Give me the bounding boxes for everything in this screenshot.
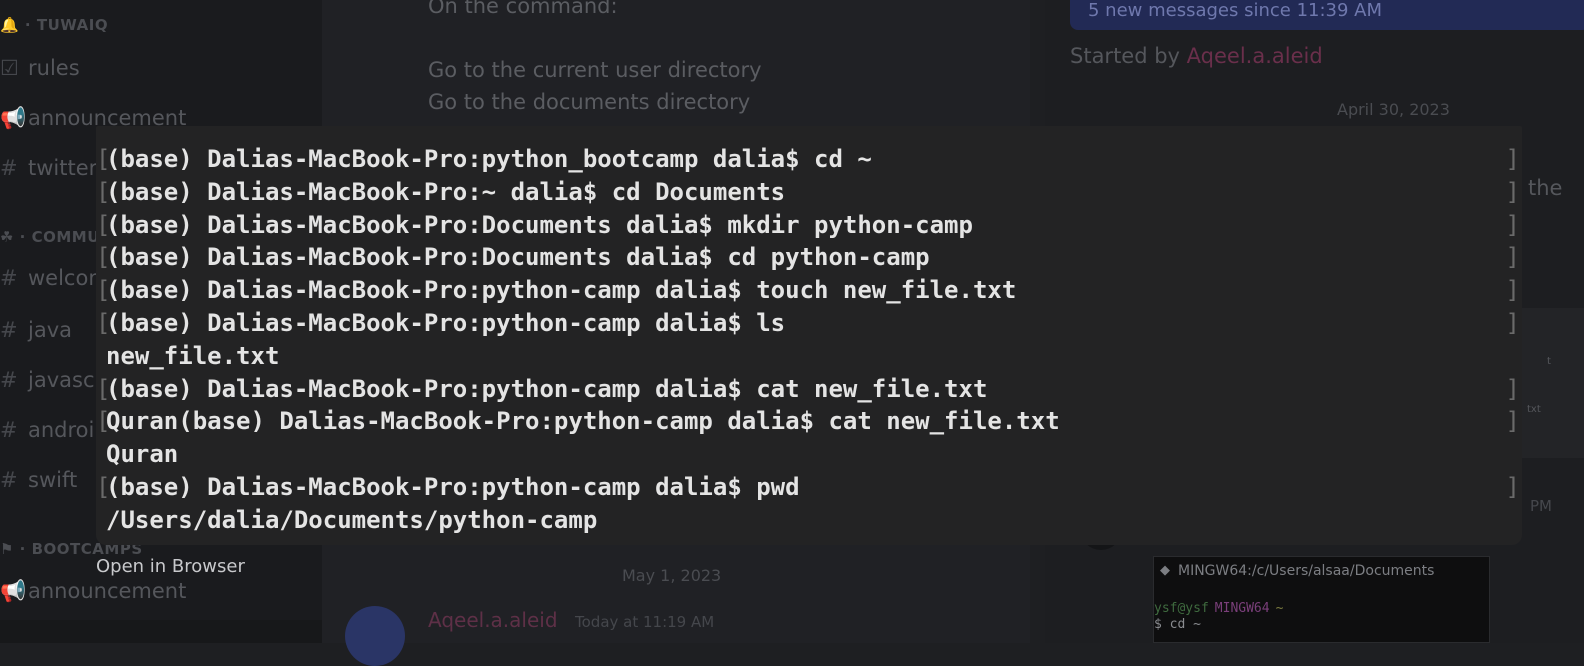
channel-label: announcement [28, 579, 187, 603]
git-command: $ cd ~ [1154, 617, 1201, 632]
started-by-user[interactable]: Aqeel.a.aleid [1187, 44, 1323, 68]
terminal-line: Quran [96, 438, 1522, 471]
user-panel [0, 620, 322, 643]
thread-edge-text: the [1528, 176, 1563, 200]
git-window-title: MINGW64:/c/Users/alsaa/Documents [1178, 563, 1435, 579]
terminal-line-text: (base) Dalias-MacBook-Pro:Documents dali… [106, 243, 930, 272]
terminal-line-text: (base) Dalias-MacBook-Pro:python_bootcam… [106, 145, 872, 173]
avatar[interactable] [345, 606, 405, 666]
channel-label: swift [28, 468, 78, 492]
hash-icon: # [0, 156, 18, 180]
thread-message-time: PM [1530, 497, 1552, 515]
channel-label: androi [28, 418, 95, 442]
terminal-line: [] (base) Dalias-MacBook-Pro:python-camp … [96, 373, 1522, 406]
terminal-line-right-bracket: ] [1505, 309, 1520, 337]
hash-icon: # [0, 368, 18, 392]
megaphone-icon: 📢 [0, 579, 27, 603]
terminal-line: new_file.txt [96, 340, 1522, 373]
hash-icon: # [0, 266, 18, 290]
git-bash-screenshot[interactable]: ◆ MINGW64:/c/Users/alsaa/Documents ysf@y… [1153, 556, 1490, 643]
terminal-line: [] (base) Dalias-MacBook-Pro:python-camp … [96, 471, 1522, 504]
chat-line: Go to the current user directory [428, 58, 762, 82]
bell-icon: 🔔 [0, 16, 20, 34]
terminal-line-text: /Users/dalia/Documents/python-camp [106, 505, 598, 534]
terminal-line-text: (base) Dalias-MacBook-Pro:python-camp da… [106, 374, 988, 403]
channel-bootcamp-announcement[interactable]: 📢announcement [0, 579, 186, 604]
terminal-line: [] (base) Dalias-MacBook-Pro:python-camp … [96, 274, 1522, 307]
category-community[interactable]: ☘ · COMMU [0, 228, 100, 246]
leaf-icon: ☘ [0, 228, 14, 246]
terminal-line-right-bracket: ] [1505, 473, 1520, 501]
channel-label: twitter [28, 156, 98, 180]
rules-icon: ☑ [0, 56, 19, 80]
terminal-line-text: (base) Dalias-MacBook-Pro:~ dalia$ cd Do… [106, 177, 786, 206]
started-by-prefix: Started by [1070, 44, 1180, 68]
terminal-line-right-bracket: ] [1505, 407, 1520, 436]
terminal-line-text: new_file.txt [106, 341, 280, 370]
git-icon: ◆ [1160, 563, 1170, 578]
open-in-browser-link[interactable]: Open in Browser [96, 556, 245, 577]
channel-label: java [28, 318, 72, 342]
channel-javascript[interactable]: # javascr [0, 368, 103, 392]
thread-image-text: t [1547, 356, 1551, 367]
flag-icon: ⚑ [0, 540, 14, 558]
terminal-line-right-bracket: ] [1505, 243, 1520, 272]
hash-icon: # [0, 318, 18, 342]
terminal-line-right-bracket: ] [1505, 276, 1520, 305]
terminal-line-right-bracket: ] [1505, 145, 1520, 173]
terminal-line: [] (base) Dalias-MacBook-Pro:python-camp … [96, 307, 1522, 340]
channel-twitter[interactable]: # twitter [0, 156, 97, 180]
message-author[interactable]: Aqeel.a.aleid [428, 608, 558, 632]
channel-label: javascr [28, 368, 104, 392]
channel-label: rules [28, 56, 80, 80]
terminal-line: [] Quran(base) Dalias-MacBook-Pro:python-… [96, 405, 1522, 438]
new-messages-banner[interactable]: 5 new messages since 11:39 AM [1070, 0, 1584, 30]
terminal-line-right-bracket: ] [1505, 374, 1520, 403]
channel-swift[interactable]: # swift [0, 468, 77, 492]
terminal-line: [] (base) Dalias-MacBook-Pro:~ dalia$ cd … [96, 176, 1522, 209]
terminal-line-text: (base) Dalias-MacBook-Pro:Documents dali… [106, 210, 973, 239]
category-label: TUWAIQ [36, 16, 109, 34]
terminal-line: [] (base) Dalias-MacBook-Pro:python_bootc… [96, 143, 1522, 176]
channel-java[interactable]: # java [0, 318, 72, 342]
thread-date-separator: April 30, 2023 [1337, 100, 1450, 119]
chat-line: Go to the documents directory [428, 90, 751, 114]
hash-icon: # [0, 468, 18, 492]
terminal-line-text: (base) Dalias-MacBook-Pro:python-camp da… [106, 276, 1017, 305]
category-tuwaiq[interactable]: 🔔 · TUWAIQ [0, 16, 108, 34]
channel-android[interactable]: # androi [0, 418, 94, 442]
terminal-line: [] (base) Dalias-MacBook-Pro:Documents da… [96, 241, 1522, 274]
channel-rules[interactable]: ☑ rules [0, 56, 80, 80]
message-timestamp: Today at 11:19 AM [575, 613, 715, 631]
terminal-line-text: (base) Dalias-MacBook-Pro:python-camp da… [106, 309, 786, 337]
chat-line: On the command: [428, 0, 618, 18]
terminal-line: /Users/dalia/Documents/python-camp [96, 504, 1522, 537]
terminal-line-text: Quran(base) Dalias-MacBook-Pro:python-ca… [106, 407, 1060, 436]
category-label: COMMU [31, 228, 100, 246]
terminal-line-text: Quran [106, 440, 179, 469]
terminal-line-right-bracket: ] [1505, 177, 1520, 206]
git-prompt-env: MINGW64 [1214, 601, 1270, 616]
megaphone-icon: 📢 [0, 106, 27, 130]
git-prompt-user: ysf@ysf [1154, 601, 1209, 616]
thread-started-by: Started by Aqeel.a.aleid [1070, 44, 1323, 68]
terminal-line-right-bracket: ] [1505, 210, 1520, 239]
terminal-line: [] (base) Dalias-MacBook-Pro:Documents da… [96, 209, 1522, 242]
git-prompt-path: ~ [1275, 601, 1284, 616]
chat-date-separator: May 1, 2023 [622, 566, 722, 585]
git-prompt: ysf@ysf MINGW64 ~ [1154, 601, 1283, 616]
hash-icon: # [0, 418, 18, 442]
terminal-line-text: (base) Dalias-MacBook-Pro:python-camp da… [106, 473, 800, 501]
terminal-screenshot: [] (base) Dalias-MacBook-Pro:python_bootc… [96, 126, 1522, 545]
channel-welcome[interactable]: # welcom [0, 266, 109, 290]
thread-image-text: txt [1527, 404, 1541, 415]
